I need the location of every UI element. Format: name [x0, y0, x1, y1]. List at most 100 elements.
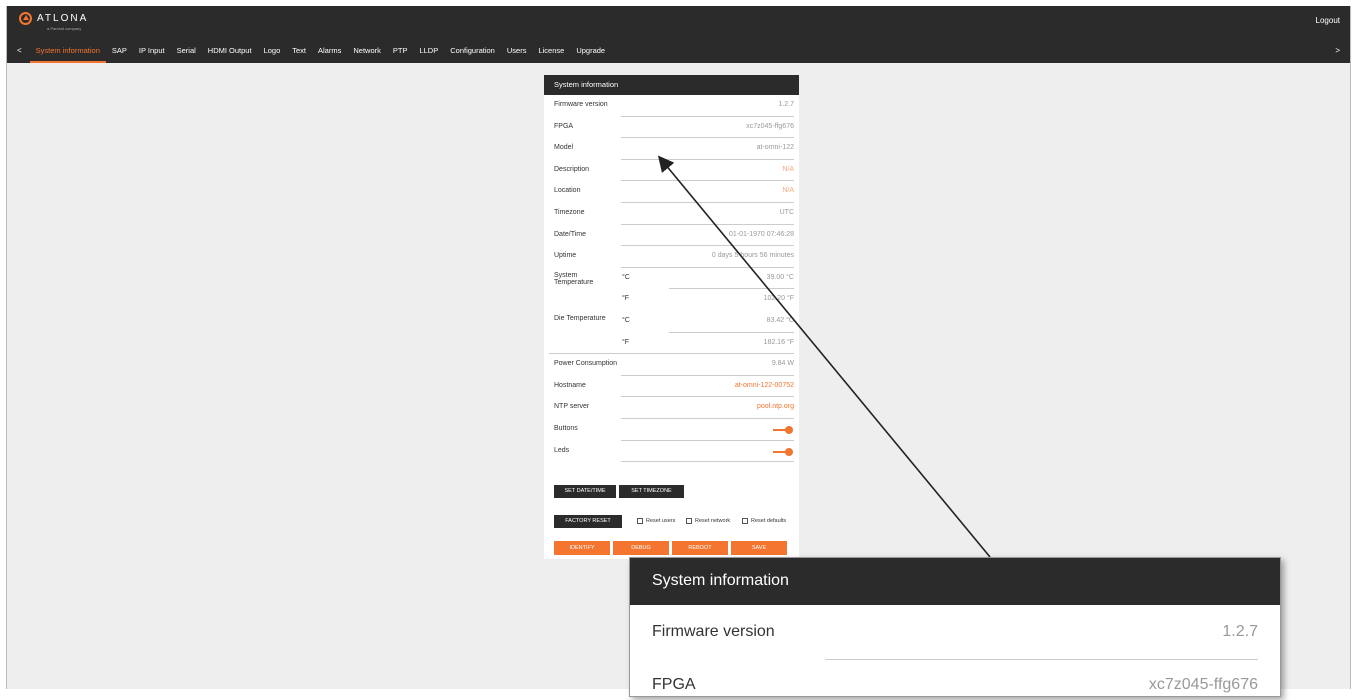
logo-subtext: a Panduit company	[47, 26, 82, 31]
reset-defaults-checkbox[interactable]: Reset defaults	[742, 518, 786, 524]
leds-toggle[interactable]	[773, 447, 793, 456]
identify-button[interactable]: IDENTIFY	[554, 541, 610, 555]
model-row: Model at-omni-122	[544, 138, 799, 160]
model-label: Model	[554, 144, 574, 152]
uptime-label: Uptime	[554, 252, 577, 260]
zoom-firmware-row: Firmware version 1.2.7	[630, 605, 1280, 660]
debug-button[interactable]: DEBUG	[613, 541, 669, 555]
zoom-fpga-value: xc7z045-ffg676	[1148, 676, 1258, 693]
buttons-toggle[interactable]	[773, 425, 793, 434]
tab-logo[interactable]: Logo	[258, 44, 287, 63]
zoom-firmware-label: Firmware version	[652, 623, 775, 640]
zoom-fpga-row: FPGA xc7z045-ffg676	[630, 660, 1280, 700]
system-temp-c-row: System Temperature °C 39.00 °C	[544, 268, 799, 290]
leds-row: Leds	[544, 441, 799, 463]
system-temp-f-value: 102.20 °F	[763, 295, 794, 303]
tab-sap[interactable]: SAP	[106, 44, 133, 63]
fpga-row: FPGA xc7z045-ffg676	[544, 117, 799, 139]
die-temp-label: Die Temperature	[554, 314, 606, 322]
location-field[interactable]: N/A	[782, 187, 794, 194]
toggle-knob	[785, 425, 793, 434]
zoom-firmware-value: 1.2.7	[1222, 623, 1258, 640]
tab-license[interactable]: License	[532, 44, 570, 63]
reset-network-checkbox[interactable]: Reset network	[686, 518, 730, 524]
uptime-row: Uptime 0 days 5 hours 56 minutes	[544, 246, 799, 268]
zoom-callout: System information Firmware version 1.2.…	[629, 557, 1281, 697]
panel-title: System information	[544, 75, 799, 95]
ntp-field[interactable]: pool.ntp.org	[757, 403, 794, 410]
fahrenheit-unit: °F	[622, 295, 630, 303]
atlona-logo: ATLONA a Panduit company	[19, 12, 89, 31]
hostname-row[interactable]: Hostname at-omni-122-00752	[544, 376, 799, 398]
timezone-row: Timezone UTC	[544, 203, 799, 225]
logo-text: ATLONA	[37, 12, 89, 24]
tab-serial[interactable]: Serial	[171, 44, 202, 63]
checkbox-box	[637, 518, 643, 524]
set-datetime-button[interactable]: SET DATE/TIME	[554, 485, 616, 498]
description-label: Description	[554, 165, 590, 173]
ntp-row[interactable]: NTP server pool.ntp.org	[544, 397, 799, 419]
tab-hdmi-output[interactable]: HDMI Output	[202, 44, 258, 63]
buttons-row: Buttons	[544, 419, 799, 441]
logo-icon	[19, 12, 32, 25]
tab-text[interactable]: Text	[286, 44, 312, 63]
set-timezone-button[interactable]: SET TIMEZONE	[619, 485, 684, 498]
reset-network-label: Reset network	[695, 518, 731, 524]
die-temp-c-row: Die Temperature °C 83.42 °C	[544, 311, 799, 333]
tab-users[interactable]: Users	[501, 44, 533, 63]
system-temp-f-row: °F 102.20 °F	[544, 289, 799, 311]
buttons-label: Buttons	[554, 424, 578, 432]
fpga-value: xc7z045-ffg676	[746, 122, 794, 130]
uptime-value: 0 days 5 hours 56 minutes	[711, 252, 794, 260]
hostname-label: Hostname	[554, 381, 586, 389]
tab-upgrade[interactable]: Upgrade	[570, 44, 611, 63]
location-label: Location	[554, 187, 581, 195]
power-row: Power Consumption 9.84 W	[544, 354, 799, 376]
datetime-row: Date/Time 01-01-1970 07:46:28	[544, 225, 799, 247]
power-label: Power Consumption	[554, 360, 618, 368]
reset-users-label: Reset users	[646, 518, 676, 524]
celsius-unit: °C	[622, 316, 630, 324]
zoom-title: System information	[630, 558, 1280, 605]
zoom-fpga-label: FPGA	[652, 676, 696, 693]
main-nav: < System information SAP IP Input Serial…	[7, 44, 1350, 63]
firmware-value: 1.2.7	[778, 101, 794, 108]
nav-scroll-left-icon[interactable]: <	[7, 44, 30, 55]
toggle-knob	[785, 447, 793, 456]
tab-lldp[interactable]: LLDP	[413, 44, 444, 63]
divider	[621, 461, 794, 463]
system-temp-label: System Temperature	[554, 271, 594, 287]
factory-reset-button[interactable]: FACTORY RESET	[554, 515, 622, 528]
fpga-label: FPGA	[554, 122, 574, 130]
fahrenheit-unit: °F	[622, 338, 630, 346]
power-value: 9.84 W	[771, 360, 794, 368]
tab-ptp[interactable]: PTP	[387, 44, 414, 63]
ntp-label: NTP server	[554, 403, 590, 411]
tab-configuration[interactable]: Configuration	[444, 44, 501, 63]
description-field[interactable]: N/A	[782, 166, 794, 173]
logout-link[interactable]: Logout	[1316, 16, 1340, 25]
leds-label: Leds	[554, 446, 570, 454]
tab-system-information[interactable]: System information	[29, 44, 106, 63]
reboot-button[interactable]: REBOOT	[672, 541, 728, 555]
checkbox-box	[686, 518, 692, 524]
timezone-label: Timezone	[554, 208, 585, 216]
reset-users-checkbox[interactable]: Reset users	[637, 518, 675, 524]
save-button[interactable]: SAVE	[731, 541, 787, 555]
firmware-row: Firmware version 1.2.7	[544, 95, 799, 117]
model-value: at-omni-122	[756, 144, 794, 152]
description-row[interactable]: Description N/A	[544, 160, 799, 182]
timezone-value: UTC	[779, 208, 794, 216]
tab-ip-input[interactable]: IP Input	[133, 44, 171, 63]
location-row[interactable]: Location N/A	[544, 181, 799, 203]
die-temp-f-row: °F 182.16 °F	[544, 333, 799, 355]
top-bar: ATLONA a Panduit company Logout < System…	[7, 6, 1350, 63]
hostname-field[interactable]: at-omni-122-00752	[735, 382, 794, 389]
die-temp-c-value: 83.42 °C	[766, 316, 794, 324]
nav-scroll-right-icon[interactable]: >	[1325, 44, 1350, 57]
tab-alarms[interactable]: Alarms	[312, 44, 347, 63]
celsius-unit: °C	[622, 273, 630, 281]
system-temp-c-value: 39.00 °C	[766, 273, 794, 281]
tab-network[interactable]: Network	[347, 44, 387, 63]
die-temp-f-value: 182.16 °F	[763, 338, 794, 346]
